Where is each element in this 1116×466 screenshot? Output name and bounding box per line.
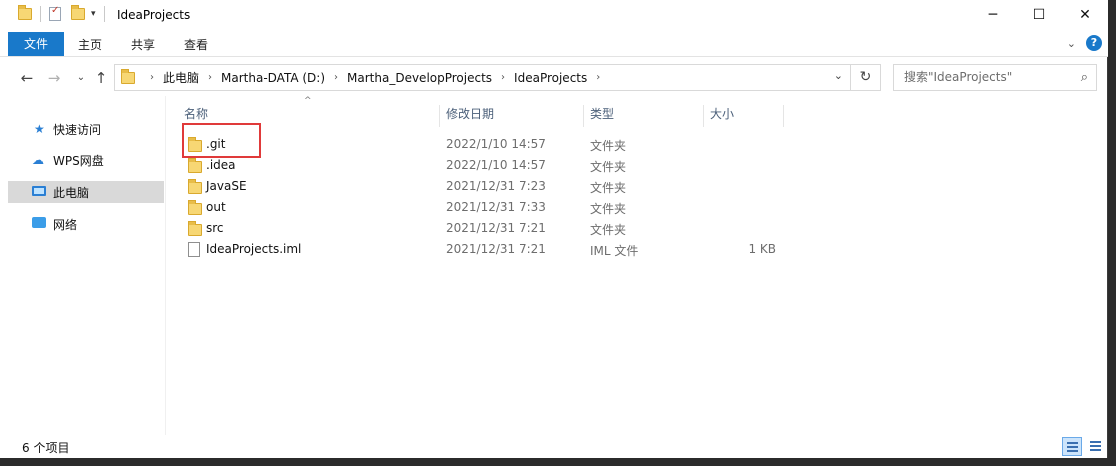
up-button[interactable]: ↑ xyxy=(92,69,110,87)
list-item[interactable]: JavaSE 2021/12/31 7:23 文件夹 xyxy=(180,176,800,197)
sidebar-item-label: 快速访问 xyxy=(53,122,102,137)
file-name[interactable]: .idea xyxy=(206,158,236,172)
list-item[interactable]: src 2021/12/31 7:21 文件夹 xyxy=(180,218,800,239)
network-icon xyxy=(32,217,46,231)
details-view-button[interactable] xyxy=(1062,437,1082,456)
large-icons-view-button[interactable] xyxy=(1086,437,1106,456)
expand-ribbon-icon[interactable]: ⌄ xyxy=(1067,37,1076,50)
background-strip xyxy=(0,458,1116,466)
close-button[interactable]: ✕ xyxy=(1062,0,1108,30)
sidebar-item-quick-access[interactable]: ★ 快速访问 xyxy=(8,118,164,140)
new-folder-icon[interactable] xyxy=(71,5,85,20)
tab-share[interactable]: 共享 xyxy=(123,33,163,57)
sidebar-item-this-pc[interactable]: 此电脑 xyxy=(8,181,164,203)
breadcrumb-separator[interactable]: › xyxy=(334,72,338,83)
file-type: IML 文件 xyxy=(590,244,639,258)
file-date: 2021/12/31 7:23 xyxy=(446,179,546,193)
file-date: 2022/1/10 14:57 xyxy=(446,137,546,151)
breadcrumb-separator[interactable]: › xyxy=(150,72,154,83)
tab-home[interactable]: 主页 xyxy=(70,33,110,57)
breadcrumb-drive[interactable]: Martha-DATA (D:) xyxy=(221,71,325,85)
file-icon xyxy=(188,242,200,257)
minimize-button[interactable]: ─ xyxy=(970,0,1016,30)
file-name[interactable]: IdeaProjects.iml xyxy=(206,242,301,256)
sidebar-item-label: 网络 xyxy=(53,217,78,232)
list-item[interactable]: .idea 2022/1/10 14:57 文件夹 xyxy=(180,155,800,176)
quick-access-toolbar: ▾ xyxy=(18,5,113,22)
search-placeholder: 搜索"IdeaProjects" xyxy=(904,70,1013,84)
sidebar-item-label: 此电脑 xyxy=(53,185,90,200)
back-button[interactable]: ← xyxy=(18,69,36,87)
navigation-pane: ★ 快速访问 ☁ WPS网盘 此电脑 网络 xyxy=(0,96,166,435)
search-input[interactable]: 搜索"IdeaProjects" ⌕ xyxy=(893,64,1097,91)
divider xyxy=(103,6,105,22)
divider xyxy=(40,6,41,22)
file-date: 2021/12/31 7:33 xyxy=(446,200,546,214)
breadcrumb-this-pc[interactable]: 此电脑 xyxy=(163,69,199,86)
file-type: 文件夹 xyxy=(590,181,627,195)
tab-file[interactable]: 文件 xyxy=(8,32,64,56)
forward-button[interactable]: → xyxy=(45,69,63,87)
title-bar: ▾ IdeaProjects ─ ☐ ✕ xyxy=(0,0,1108,31)
maximize-button[interactable]: ☐ xyxy=(1016,0,1062,30)
file-size: 1 KB xyxy=(748,242,776,256)
sidebar-item-label: WPS网盘 xyxy=(53,153,104,168)
sidebar-item-wps-cloud[interactable]: ☁ WPS网盘 xyxy=(8,149,164,171)
list-item[interactable]: out 2021/12/31 7:33 文件夹 xyxy=(180,197,800,218)
list-item[interactable]: IdeaProjects.iml 2021/12/31 7:21 IML 文件 … xyxy=(180,239,800,260)
help-icon[interactable]: ? xyxy=(1086,35,1102,51)
column-size[interactable]: 大小 xyxy=(702,105,784,127)
file-name[interactable]: src xyxy=(206,221,224,235)
star-icon: ★ xyxy=(34,122,45,136)
file-name[interactable]: out xyxy=(206,200,226,214)
folder-icon xyxy=(188,221,202,236)
tab-view[interactable]: 查看 xyxy=(176,33,216,57)
file-type: 文件夹 xyxy=(590,139,627,153)
folder-icon xyxy=(188,179,202,194)
status-bar: 6 个项目 xyxy=(0,435,1108,458)
navigation-bar: ← → ⌄ ↑ › 此电脑 › Martha-DATA (D:) › Marth… xyxy=(0,60,1108,96)
file-type: 文件夹 xyxy=(590,202,627,216)
properties-icon[interactable] xyxy=(49,5,61,21)
recent-locations-button[interactable]: ⌄ xyxy=(72,72,90,83)
explorer-window: ▾ IdeaProjects ─ ☐ ✕ 文件 主页 共享 查看 ⌄ ? ← →… xyxy=(0,0,1108,458)
list-item[interactable]: .git 2022/1/10 14:57 文件夹 xyxy=(180,134,800,155)
address-bar[interactable]: › 此电脑 › Martha-DATA (D:) › Martha_Develo… xyxy=(114,64,851,91)
file-date: 2021/12/31 7:21 xyxy=(446,242,546,256)
column-type[interactable]: 类型 xyxy=(582,105,704,127)
file-date: 2022/1/10 14:57 xyxy=(446,158,546,172)
column-date-modified[interactable]: 修改日期 xyxy=(438,105,584,127)
file-date: 2021/12/31 7:21 xyxy=(446,221,546,235)
ribbon-controls: ⌄ ? xyxy=(1067,35,1102,51)
folder-icon xyxy=(188,158,202,173)
cloud-icon: ☁ xyxy=(32,153,44,167)
sidebar-item-network[interactable]: 网络 xyxy=(8,213,164,235)
folder-icon xyxy=(18,5,32,20)
folder-icon xyxy=(121,68,135,84)
refresh-button[interactable]: ↻ xyxy=(851,64,881,91)
address-history-dropdown[interactable]: ⌄ xyxy=(834,69,843,82)
file-type: 文件夹 xyxy=(590,160,627,174)
breadcrumb-ideaprojects[interactable]: IdeaProjects xyxy=(514,71,587,85)
breadcrumb-separator[interactable]: › xyxy=(596,72,600,83)
window-title: IdeaProjects xyxy=(117,8,191,22)
item-count: 6 个项目 xyxy=(22,441,70,455)
computer-icon xyxy=(32,185,46,199)
search-icon[interactable]: ⌕ xyxy=(1081,65,1088,90)
folder-icon xyxy=(188,200,202,215)
file-name[interactable]: JavaSE xyxy=(206,179,247,193)
breadcrumb-separator[interactable]: › xyxy=(501,72,505,83)
file-type: 文件夹 xyxy=(590,223,627,237)
breadcrumb-separator[interactable]: › xyxy=(208,72,212,83)
ribbon: 文件 主页 共享 查看 ⌄ ? xyxy=(0,31,1108,57)
column-headers: ^ 名称 修改日期 类型 大小 xyxy=(166,96,1108,128)
breadcrumb-develop-projects[interactable]: Martha_DevelopProjects xyxy=(347,71,492,85)
annotation-highlight-box xyxy=(182,123,261,158)
customize-toolbar-icon[interactable]: ▾ xyxy=(91,9,96,19)
